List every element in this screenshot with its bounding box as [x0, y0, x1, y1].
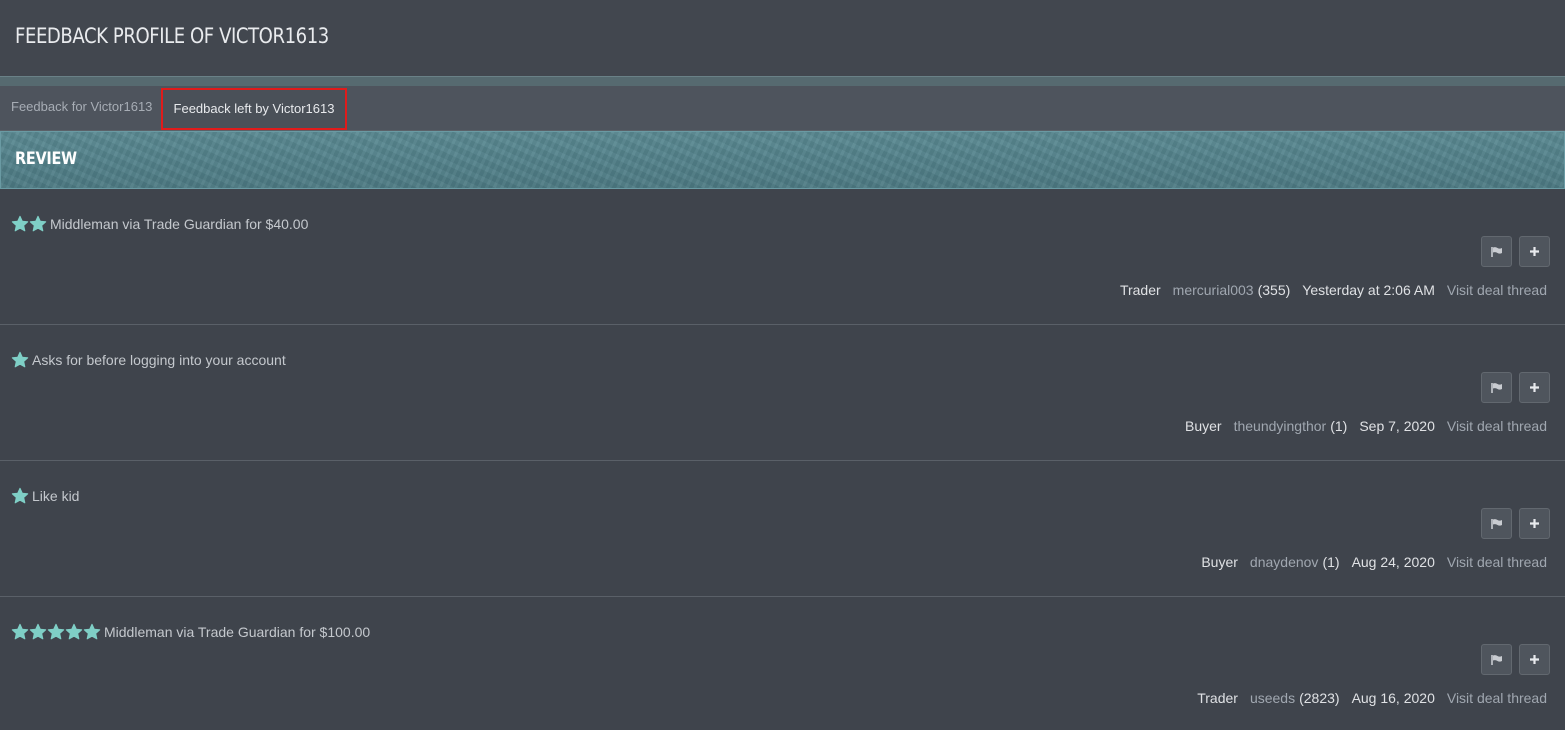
feedback-list: Middleman via Trade Guardian for $40.00 … [0, 189, 1565, 730]
feedback-summary: Middleman via Trade Guardian for $40.00 [11, 215, 308, 233]
feedback-item: Middleman via Trade Guardian for $100.00… [0, 597, 1565, 730]
plus-icon [1529, 518, 1540, 529]
star-icon [29, 215, 47, 233]
visit-deal-thread-link[interactable]: Visit deal thread [1447, 554, 1547, 570]
plus-icon [1529, 382, 1540, 393]
tab-feedback-for[interactable]: Feedback for Victor1613 [11, 86, 152, 128]
feedback-meta: Buyer theundyingthor (1) Sep 7, 2020 Visit d… [1173, 418, 1547, 434]
feedback-text: Middleman via Trade Guardian for $100.00 [104, 624, 371, 640]
role-label: Trader [1119, 282, 1161, 298]
feedback-meta: Trader mercurial003 (355) Yesterday at 2:06… [1108, 282, 1547, 298]
visit-deal-thread-link[interactable]: Visit deal thread [1447, 418, 1547, 434]
user-feedback-count: (1) [1330, 418, 1348, 434]
tab-bar: Feedback for Victor1613 Feedback left by… [0, 86, 1565, 131]
plus-icon [1529, 246, 1540, 257]
star-icon [11, 487, 29, 505]
feedback-text: Middleman via Trade Guardian for $40.00 [50, 216, 309, 232]
user-link[interactable]: mercurial003 [1173, 282, 1254, 298]
add-button[interactable] [1519, 372, 1550, 403]
feedback-item: Like kid Buyer dnaydenov (1) Aug 24, 2020 Vi… [0, 461, 1565, 597]
feedback-date: Yesterday at 2:06 AM [1302, 282, 1435, 298]
user-link[interactable]: useeds [1250, 690, 1295, 706]
role-label: Trader [1197, 690, 1238, 706]
role-label: Buyer [1185, 418, 1222, 434]
feedback-text: Asks for before logging into your accoun… [32, 352, 286, 368]
star-icon [83, 623, 101, 641]
star-rating [11, 487, 29, 505]
star-icon [11, 351, 29, 369]
tab-feedback-left-by[interactable]: Feedback left by Victor1613 [161, 88, 347, 130]
star-rating [11, 215, 47, 233]
review-section-header: REVIEW [0, 131, 1565, 189]
user-feedback-count: (355) [1257, 282, 1291, 298]
flag-icon [1490, 518, 1503, 530]
add-button[interactable] [1519, 508, 1550, 539]
feedback-summary: Middleman via Trade Guardian for $100.00 [11, 623, 370, 641]
role-label: Buyer [1201, 554, 1238, 570]
feedback-date: Sep 7, 2020 [1359, 418, 1435, 434]
star-icon [11, 215, 29, 233]
add-button[interactable] [1519, 644, 1550, 675]
report-button[interactable] [1481, 644, 1512, 675]
feedback-date: Aug 16, 2020 [1351, 690, 1435, 706]
report-button[interactable] [1481, 236, 1512, 267]
visit-deal-thread-link[interactable]: Visit deal thread [1447, 282, 1547, 298]
feedback-meta: Trader useeds (2823) Aug 16, 2020 Visit deal… [1185, 690, 1547, 706]
feedback-date: Aug 24, 2020 [1351, 554, 1435, 570]
feedback-summary: Like kid [11, 487, 79, 505]
section-title: REVIEW [15, 149, 77, 169]
feedback-item: Asks for before logging into your accoun… [0, 325, 1565, 461]
star-icon [11, 623, 29, 641]
report-button[interactable] [1481, 508, 1512, 539]
feedback-text: Like kid [32, 488, 80, 504]
feedback-meta: Buyer dnaydenov (1) Aug 24, 2020 Visit deal … [1189, 554, 1547, 570]
user-link[interactable]: theundyingthor [1234, 418, 1327, 434]
report-button[interactable] [1481, 372, 1512, 403]
star-rating [11, 623, 101, 641]
add-button[interactable] [1519, 236, 1550, 267]
visit-deal-thread-link[interactable]: Visit deal thread [1447, 690, 1547, 706]
flag-icon [1490, 654, 1503, 666]
user-feedback-count: (2823) [1299, 690, 1340, 706]
feedback-item: Middleman via Trade Guardian for $40.00 … [0, 189, 1565, 325]
page-title: FEEDBACK PROFILE OF VICTOR1613 [15, 24, 329, 48]
star-icon [47, 623, 65, 641]
star-rating [11, 351, 29, 369]
star-icon [29, 623, 47, 641]
plus-icon [1529, 654, 1540, 665]
header-divider [0, 76, 1565, 86]
user-link[interactable]: dnaydenov [1250, 554, 1319, 570]
page-header: FEEDBACK PROFILE OF VICTOR1613 [0, 0, 1565, 76]
star-icon [65, 623, 83, 641]
feedback-summary: Asks for before logging into your accoun… [11, 351, 286, 369]
flag-icon [1490, 382, 1503, 394]
user-feedback-count: (1) [1322, 554, 1340, 570]
flag-icon [1490, 246, 1503, 258]
